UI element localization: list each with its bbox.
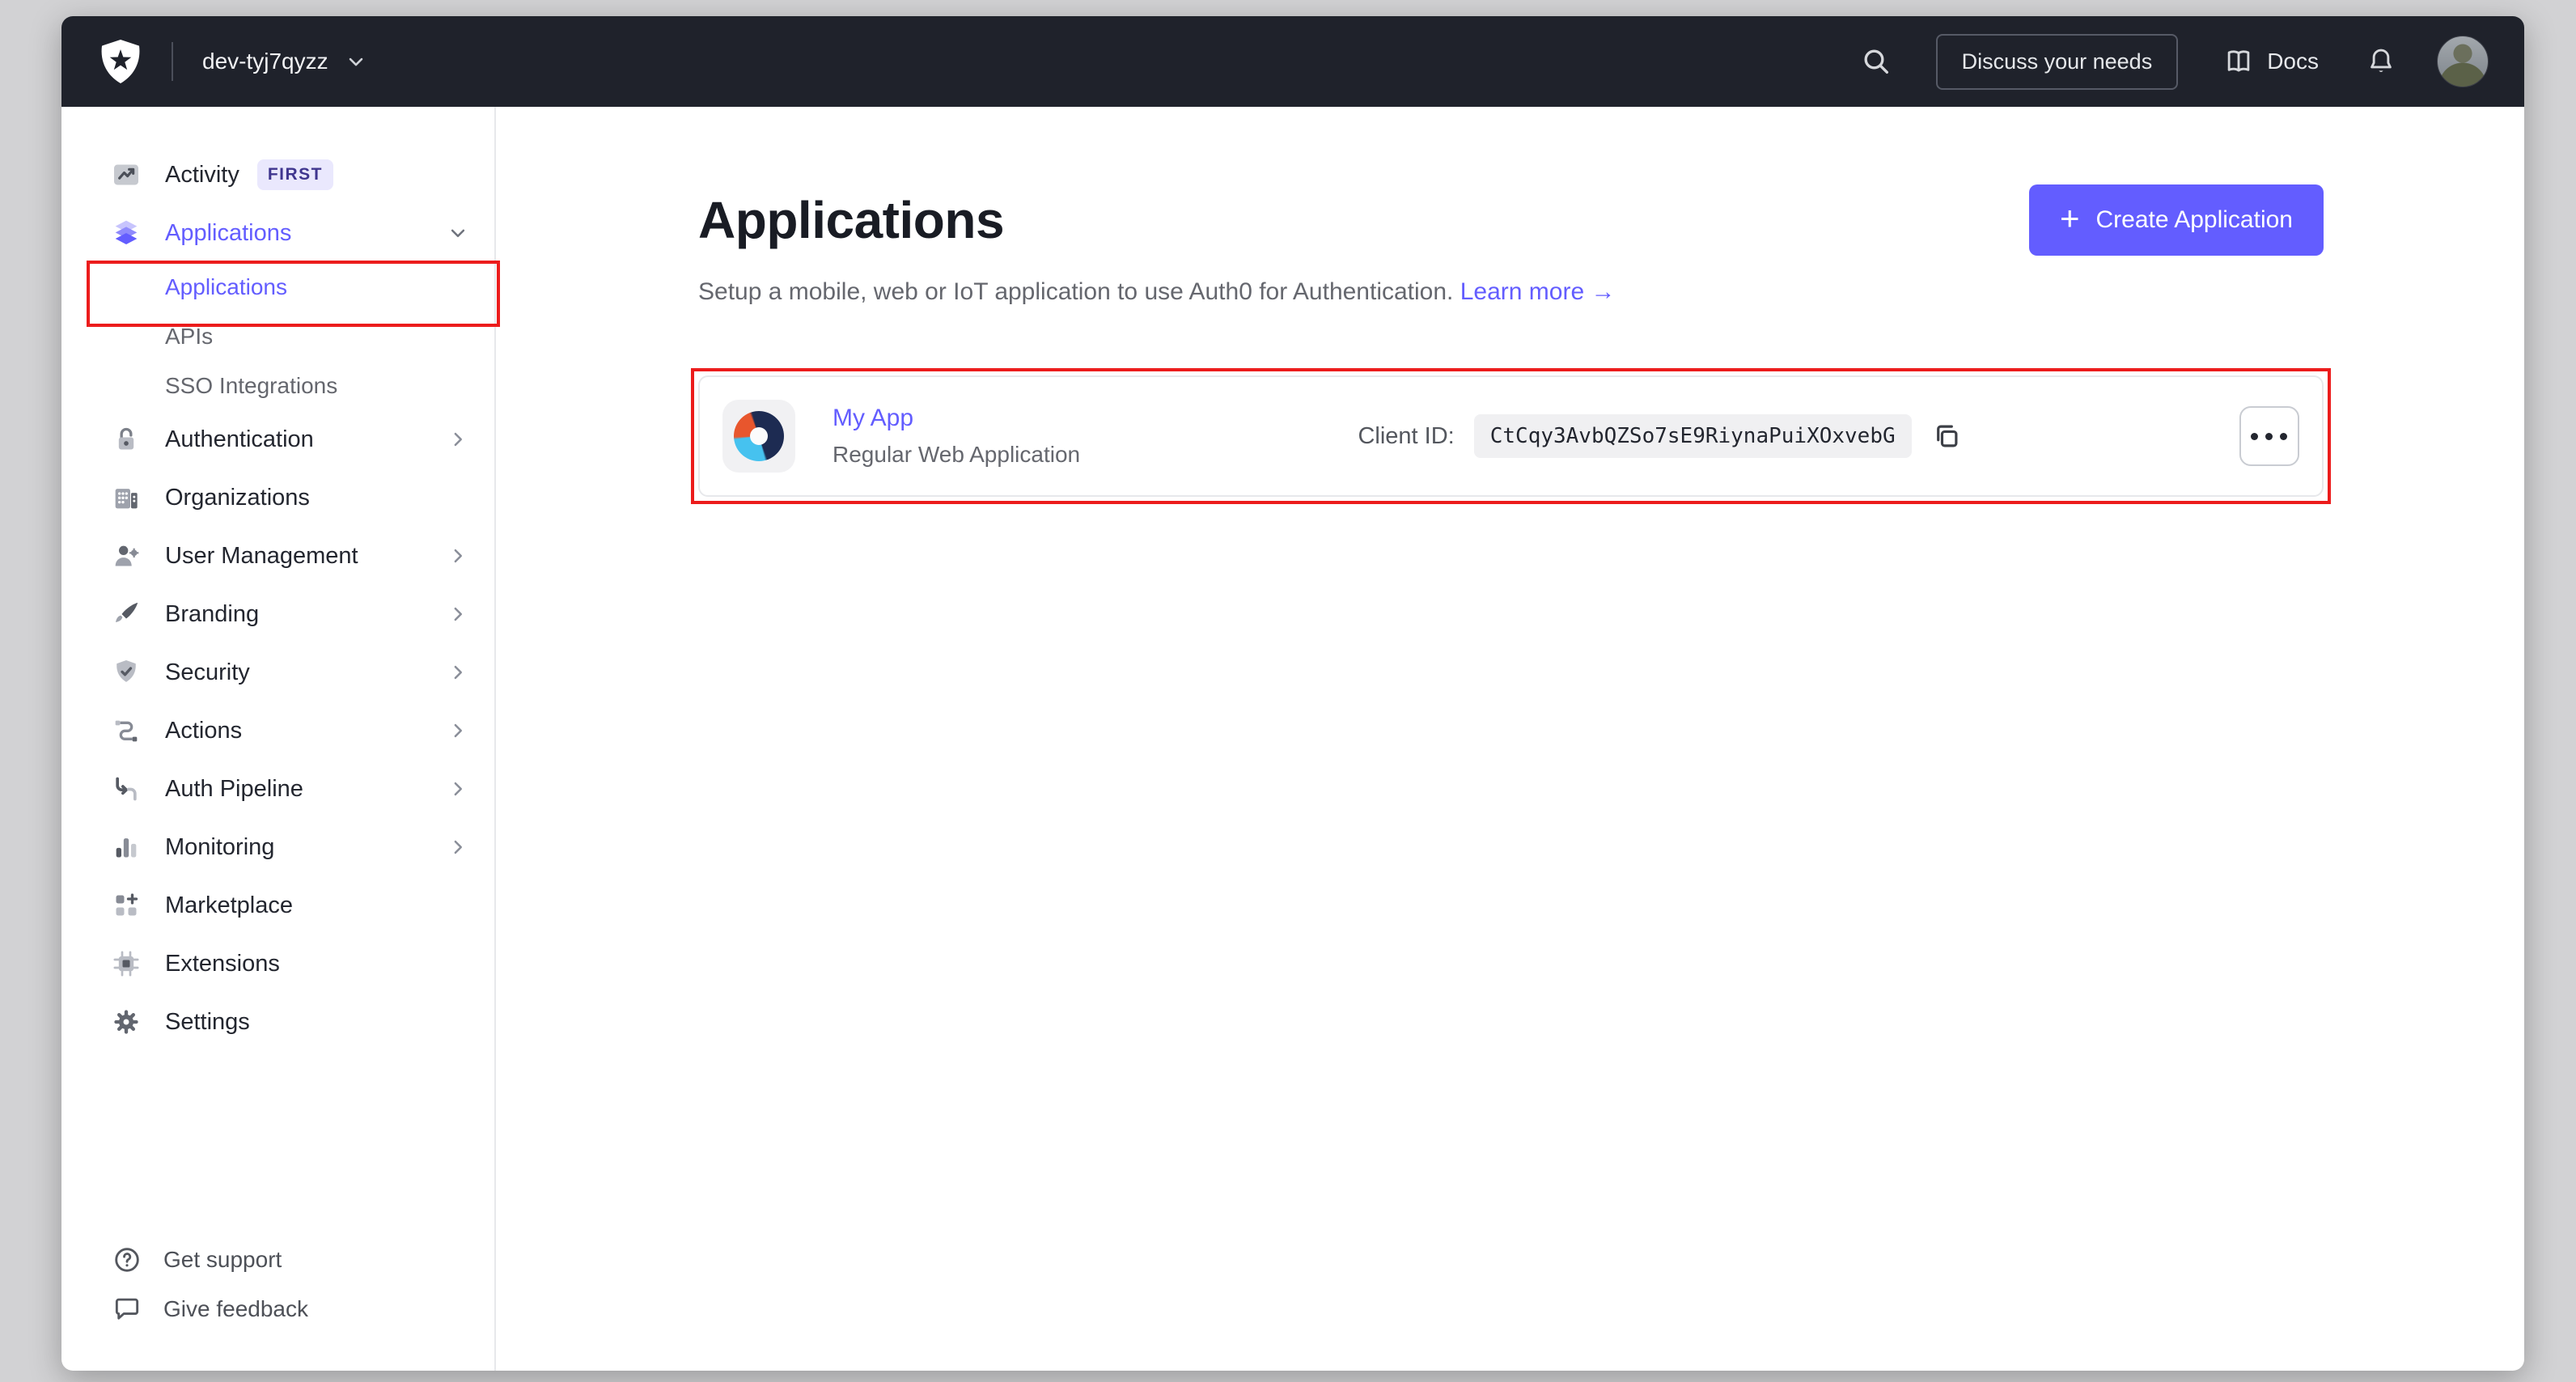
tenant-switcher[interactable]: dev-tyj7qyzz xyxy=(202,49,367,74)
main-content: Applications + Create Application Setup … xyxy=(496,107,2524,1371)
auth-pipeline-icon xyxy=(110,773,142,805)
sidebar-item-label: Auth Pipeline xyxy=(165,775,303,802)
subtitle-text: Setup a mobile, web or IoT application t… xyxy=(698,278,1454,305)
sidebar-item-organizations[interactable]: Organizations xyxy=(61,468,494,527)
sidebar-item-auth-pipeline[interactable]: Auth Pipeline xyxy=(61,760,494,818)
applications-icon xyxy=(110,217,142,249)
sidebar-item-label: Monitoring xyxy=(165,833,275,860)
get-support-link[interactable]: Get support xyxy=(61,1235,494,1284)
auth0-logo[interactable] xyxy=(99,39,142,84)
chevron-right-icon xyxy=(446,660,470,685)
application-row[interactable]: My App Regular Web Application Client ID… xyxy=(698,375,2324,497)
help-icon xyxy=(112,1244,142,1275)
sidebar-item-apis[interactable]: APIs xyxy=(61,312,494,361)
sidebar-item-label: Extensions xyxy=(165,950,280,977)
chevron-right-icon xyxy=(446,835,470,859)
create-application-label: Create Application xyxy=(2095,206,2294,233)
app-type-label: Regular Web Application xyxy=(833,442,1081,467)
client-id-group: Client ID: CtCqy3AvbQZSo7sE9RiynaPuiXOxv… xyxy=(1358,414,1961,458)
page-subtitle: Setup a mobile, web or IoT application t… xyxy=(698,278,2324,306)
chevron-right-icon xyxy=(446,777,470,801)
topbar: dev-tyj7qyzz Discuss your needs Docs xyxy=(61,16,2524,107)
chevron-right-icon xyxy=(446,427,470,451)
sidebar-item-security[interactable]: Security xyxy=(61,643,494,702)
security-icon xyxy=(110,656,142,689)
sidebar-item-label: Branding xyxy=(165,600,260,627)
branding-icon xyxy=(110,598,142,630)
activity-icon xyxy=(110,159,142,191)
tenant-name: dev-tyj7qyzz xyxy=(202,49,328,74)
app-logo-icon xyxy=(734,411,784,461)
chevron-down-icon xyxy=(349,57,362,66)
chevron-right-icon xyxy=(446,602,470,626)
client-id-value: CtCqy3AvbQZSo7sE9RiynaPuiXOxvebG xyxy=(1473,414,1912,458)
sidebar-item-actions[interactable]: Actions xyxy=(61,702,494,760)
sidebar-item-sso-integrations[interactable]: SSO Integrations xyxy=(61,361,494,410)
discuss-your-needs-button[interactable]: Discuss your needs xyxy=(1935,33,2179,90)
extensions-icon xyxy=(110,947,142,980)
sidebar-item-label: Security xyxy=(165,659,250,685)
sidebar-item-label: Applications xyxy=(165,219,292,246)
page-title: Applications xyxy=(698,191,1005,249)
sidebar-item-monitoring[interactable]: Monitoring xyxy=(61,818,494,876)
sidebar-item-authentication[interactable]: Authentication xyxy=(61,410,494,468)
marketplace-icon xyxy=(110,889,142,922)
organizations-icon xyxy=(110,481,142,514)
give-feedback-link[interactable]: Give feedback xyxy=(61,1284,494,1333)
sidebar-subitem-label: APIs xyxy=(165,323,214,349)
create-application-button[interactable]: + Create Application xyxy=(2028,184,2324,256)
arrow-right-icon: → xyxy=(1591,278,1616,305)
app-name-link[interactable]: My App xyxy=(833,405,913,432)
search-icon[interactable] xyxy=(1860,45,1892,78)
client-id-label: Client ID: xyxy=(1358,422,1455,449)
get-support-label: Get support xyxy=(163,1246,282,1272)
user-management-icon xyxy=(110,540,142,572)
sidebar-item-applications-sub[interactable]: Applications xyxy=(61,261,500,327)
settings-icon xyxy=(110,1006,142,1038)
sidebar-subitem-label: SSO Integrations xyxy=(165,372,338,398)
plus-icon: + xyxy=(2059,199,2080,237)
first-badge: FIRST xyxy=(256,159,334,190)
sidebar-item-label: User Management xyxy=(165,542,358,569)
sidebar-footer: Get support Give feedback xyxy=(61,1235,494,1333)
sidebar-item-settings[interactable]: Settings xyxy=(61,993,494,1051)
row-menu-button[interactable] xyxy=(2239,406,2299,466)
sidebar-item-extensions[interactable]: Extensions xyxy=(61,935,494,993)
sidebar-item-label: Organizations xyxy=(165,484,310,511)
give-feedback-label: Give feedback xyxy=(163,1295,308,1321)
sidebar-item-label: Actions xyxy=(165,717,243,744)
sidebar-item-activity[interactable]: Activity FIRST xyxy=(61,146,494,204)
sidebar-item-marketplace[interactable]: Marketplace xyxy=(61,876,494,935)
book-icon xyxy=(2227,50,2250,72)
sidebar-item-label: Activity xyxy=(165,161,239,188)
authentication-icon xyxy=(110,423,142,456)
docs-label: Docs xyxy=(2267,49,2319,74)
feedback-icon xyxy=(112,1294,142,1325)
sidebar-item-branding[interactable]: Branding xyxy=(61,585,494,643)
topbar-divider xyxy=(172,42,173,81)
sidebar-item-applications[interactable]: Applications xyxy=(61,204,494,262)
sidebar-item-label: Marketplace xyxy=(165,892,293,918)
app-window: dev-tyj7qyzz Discuss your needs Docs Act… xyxy=(61,16,2524,1371)
sidebar-item-label: Settings xyxy=(165,1008,250,1035)
actions-icon xyxy=(110,714,142,747)
ellipsis-icon xyxy=(2251,432,2259,440)
sidebar: Activity FIRST Applications Applications… xyxy=(61,107,500,1371)
app-logo xyxy=(722,400,795,473)
user-avatar[interactable] xyxy=(2437,36,2489,87)
docs-link[interactable]: Docs xyxy=(2223,46,2319,77)
sidebar-item-user-management[interactable]: User Management xyxy=(61,527,494,585)
chevron-right-icon xyxy=(446,544,470,568)
monitoring-icon xyxy=(110,831,142,863)
sidebar-item-label: Authentication xyxy=(165,426,314,452)
notifications-bell-icon[interactable] xyxy=(2366,46,2396,77)
chevron-right-icon xyxy=(446,719,470,743)
copy-icon[interactable] xyxy=(1931,421,1962,451)
chevron-down-icon xyxy=(446,221,470,245)
sidebar-subitem-label: Applications xyxy=(165,273,287,299)
learn-more-link[interactable]: Learn more xyxy=(1460,278,1584,305)
